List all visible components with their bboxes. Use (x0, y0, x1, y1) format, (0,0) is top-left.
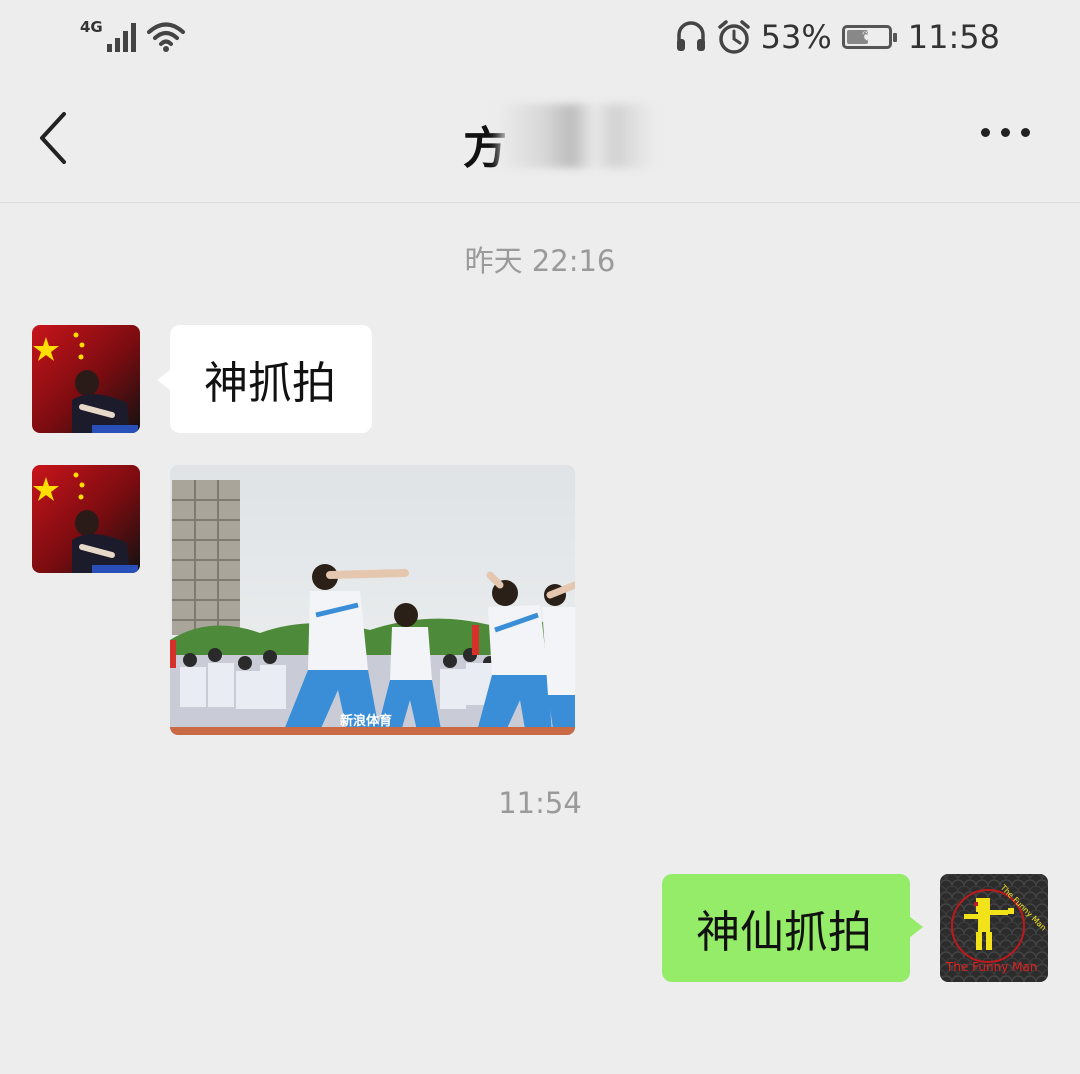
my-avatar[interactable]: The Funny Man The Funny Man (940, 874, 1048, 982)
name-blur-mask (495, 104, 655, 168)
avatar[interactable] (32, 465, 140, 573)
network-type: 4G (80, 18, 103, 36)
battery-percent: 53% (760, 18, 832, 56)
message-text: 神抓拍 (204, 358, 336, 409)
clock: 11:58 (907, 18, 1000, 56)
wifi-icon (146, 22, 185, 52)
more-button[interactable] (981, 128, 1030, 137)
message-bubble[interactable]: 神抓拍 (157, 325, 372, 433)
battery-icon: ❦ (841, 25, 897, 49)
avatar-text: The Funny Man (945, 960, 1037, 974)
message-bubble[interactable]: 神仙抓拍 (662, 874, 923, 982)
status-bar: 4G 53% ❦ 11:58 (0, 0, 1080, 76)
timestamp: 11:54 (498, 786, 582, 820)
image-message[interactable]: 新浪体育 (170, 465, 575, 735)
avatar[interactable] (32, 325, 140, 433)
flag-avatar-icon (32, 325, 140, 433)
message-text: 神仙抓拍 (696, 907, 872, 958)
funny-man-avatar-icon: The Funny Man The Funny Man (940, 874, 1048, 982)
alarm-icon (717, 20, 750, 54)
headphone-icon (676, 21, 705, 51)
chat-header: 方 (0, 76, 1080, 203)
timestamp: 昨天 22:16 (464, 244, 616, 278)
photo-icon: 新浪体育 (170, 465, 575, 735)
photo-watermark: 新浪体育 (340, 713, 392, 729)
flag-avatar-icon (32, 465, 140, 573)
signal-icon (106, 22, 136, 52)
